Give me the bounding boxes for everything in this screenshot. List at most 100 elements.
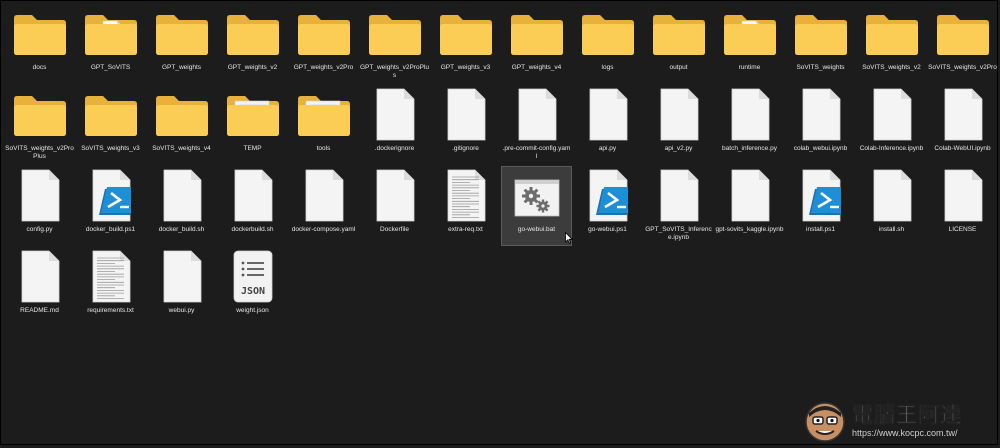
file-icon (943, 169, 983, 222)
folder-icon (225, 12, 281, 58)
file-item[interactable]: logs (572, 4, 643, 84)
file-icon (20, 250, 60, 303)
file-item[interactable]: JSON weight.json (217, 247, 288, 327)
file-icon (659, 88, 699, 141)
file-item[interactable]: config.py (4, 166, 75, 246)
file-item-label: SoVITS_weights_v3 (81, 145, 140, 152)
file-item[interactable]: GPT_weights_v2 (217, 4, 288, 84)
file-item[interactable]: GPT_SoVITS_Inference.ipynb (643, 166, 714, 246)
file-icon (162, 169, 202, 222)
file-item-label: api_v2.py (664, 145, 693, 152)
file-item-label: GPT_SoVITS (90, 64, 131, 71)
file-icon (233, 169, 273, 222)
watermark: 電腦王阿達 https://www.kocpc.com.tw/ (804, 399, 994, 443)
file-item[interactable]: SoVITS_weights_v2ProPlus (4, 85, 75, 165)
file-item-label: TEMP (243, 145, 262, 152)
folder-icon (651, 12, 707, 58)
file-item[interactable]: go-webui.ps1 (572, 166, 643, 246)
folder-icon (296, 12, 352, 58)
file-item[interactable]: .pre-commit-config.yaml (501, 85, 572, 165)
file-icon (588, 88, 628, 141)
file-icon (872, 88, 912, 141)
file-item[interactable]: go-webui.bat (501, 166, 572, 246)
folder-icon (864, 12, 920, 58)
file-item[interactable]: .gitignore (430, 85, 501, 165)
file-item[interactable]: docker_build.sh (146, 166, 217, 246)
file-icon (517, 88, 557, 141)
json-file-icon: JSON (233, 250, 273, 303)
file-item[interactable]: output (643, 4, 714, 84)
file-item-label: .pre-commit-config.yaml (502, 145, 571, 160)
file-item[interactable]: api.py (572, 85, 643, 165)
file-item[interactable]: webui.py (146, 247, 217, 327)
file-item-label: GPT_weights_v4 (511, 64, 562, 71)
file-item[interactable]: GPT_weights_v3 (430, 4, 501, 84)
file-item[interactable]: Dockerfile (359, 166, 430, 246)
folder-icon (12, 12, 68, 58)
file-item-label: SoVITS_weights_v2Pro (928, 64, 997, 71)
file-item[interactable]: SoVITS_weights_v2Pro (927, 4, 998, 84)
file-item-label: extra-req.txt (448, 226, 483, 233)
file-item[interactable]: batch_inference.py (714, 85, 785, 165)
file-item[interactable]: docs (4, 4, 75, 84)
file-icon (375, 169, 415, 222)
folder-icon (225, 93, 281, 139)
file-item[interactable]: GPT_weights_v2ProPlus (359, 4, 430, 84)
folder-icon (580, 12, 636, 58)
file-item-label: webui.py (168, 307, 195, 314)
file-item-label: SoVITS_weights_v2 (862, 64, 921, 71)
file-icon (162, 250, 202, 303)
file-icon (446, 88, 486, 141)
file-icon (375, 88, 415, 141)
folder-icon (83, 93, 139, 139)
watermark-url: https://www.kocpc.com.tw/ (852, 428, 958, 438)
file-item[interactable]: GPT_weights_v2Pro (288, 4, 359, 84)
file-item[interactable]: requirements.txt (75, 247, 146, 327)
powershell-file-icon (91, 169, 131, 222)
file-item[interactable]: docker-compose.yaml (288, 166, 359, 246)
file-item[interactable]: SoVITS_weights_v2 (856, 4, 927, 84)
file-item[interactable]: LICENSE (927, 166, 998, 246)
file-item-label: GPT_weights_v2Pro (293, 64, 354, 71)
file-item[interactable]: Colab-WebUI.ipynb (927, 85, 998, 165)
file-item-label: GPT_weights (161, 64, 202, 71)
file-item[interactable]: colab_webui.ipynb (785, 85, 856, 165)
folder-icon (509, 12, 565, 58)
file-item[interactable]: docker_build.ps1 (75, 166, 146, 246)
file-item-label: gpt-sovits_kaggle.ipynb (715, 226, 784, 233)
file-item-label: LICENSE (948, 226, 977, 233)
file-item[interactable]: gpt-sovits_kaggle.ipynb (714, 166, 785, 246)
file-item[interactable]: api_v2.py (643, 85, 714, 165)
file-item[interactable]: runtime (714, 4, 785, 84)
file-item-label: Dockerfile (380, 226, 409, 233)
folder-icon (83, 12, 139, 58)
file-item[interactable]: SoVITS_weights (785, 4, 856, 84)
file-item[interactable]: TEMP (217, 85, 288, 165)
file-item[interactable]: install.sh (856, 166, 927, 246)
file-item[interactable]: Colab-Inference.ipynb (856, 85, 927, 165)
file-item-label: batch_inference.py (722, 145, 777, 152)
file-icon (659, 169, 699, 222)
file-item-label: GPT_SoVITS_Inference.ipynb (645, 226, 712, 241)
file-item[interactable]: dockerbuild.sh (217, 166, 288, 246)
file-item-label: GPT_weights_v2ProPlus (360, 64, 430, 79)
file-item-label: tools (316, 145, 331, 152)
file-item-label: Colab-Inference.ipynb (859, 145, 924, 152)
file-item-label: GPT_weights_v2 (227, 64, 278, 71)
text-file-icon (91, 250, 131, 303)
file-item[interactable]: GPT_weights_v4 (501, 4, 572, 84)
file-item[interactable]: GPT_SoVITS (75, 4, 146, 84)
file-item[interactable]: GPT_weights (146, 4, 217, 84)
file-item[interactable]: tools (288, 85, 359, 165)
file-item[interactable]: README.md (4, 247, 75, 327)
file-item-label: docker_build.ps1 (85, 226, 136, 233)
file-item[interactable]: SoVITS_weights_v4 (146, 85, 217, 165)
folder-icon (722, 12, 778, 58)
file-item-label: install.ps1 (806, 226, 835, 233)
file-icon (730, 88, 770, 141)
file-item-label: colab_webui.ipynb (793, 145, 848, 152)
file-item[interactable]: SoVITS_weights_v3 (75, 85, 146, 165)
file-item[interactable]: install.ps1 (785, 166, 856, 246)
file-item[interactable]: extra-req.txt (430, 166, 501, 246)
file-item[interactable]: .dockerignore (359, 85, 430, 165)
